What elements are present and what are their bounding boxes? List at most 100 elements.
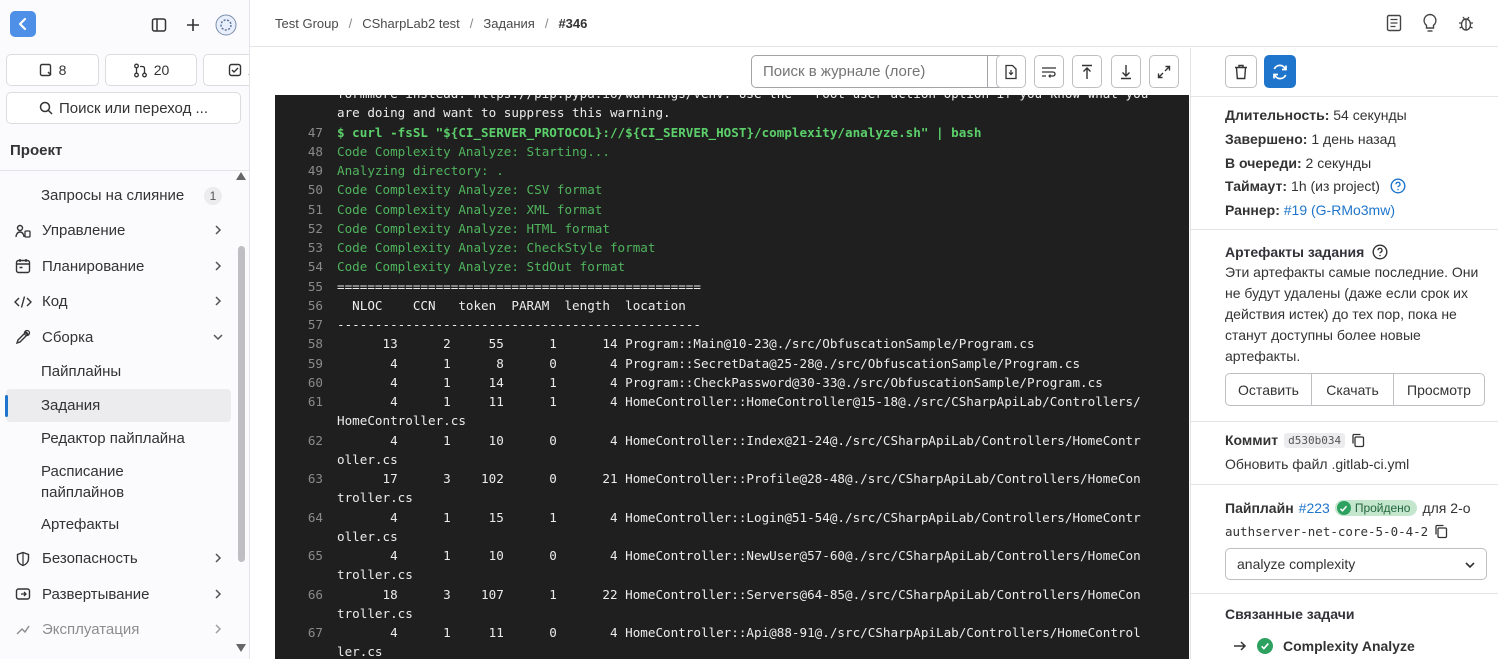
log-line-number[interactable] [275, 95, 337, 103]
timeout-row: Таймаут: 1h (из project) [1225, 178, 1406, 194]
help-icon[interactable] [1372, 244, 1388, 260]
scroll-to-bottom-button[interactable] [1111, 55, 1141, 88]
search-or-go-button[interactable]: Поиск или переход ... [6, 92, 241, 124]
log-line-number[interactable]: 50 [275, 180, 337, 199]
collapse-sidebar-logo-icon[interactable] [10, 11, 36, 37]
copy-icon[interactable] [1434, 524, 1448, 539]
breadcrumb-job-id[interactable]: #346 [558, 16, 587, 31]
related-job-item[interactable]: Complexity Analyze [1233, 638, 1415, 654]
log-line-number[interactable] [275, 488, 337, 507]
log-line-number[interactable]: 49 [275, 161, 337, 180]
chevron-right-icon [215, 624, 222, 634]
help-icon[interactable] [1390, 178, 1406, 194]
log-line: 61 4 1 11 1 4 HomeController::HomeContro… [275, 392, 1189, 411]
keep-artifacts-button[interactable]: Оставить [1225, 373, 1312, 406]
log-line-number[interactable]: 61 [275, 392, 337, 411]
sidebar-scrollbar[interactable] [238, 246, 245, 562]
sidebar-item-merge-requests[interactable]: Запросы на слияние 1 [0, 178, 236, 213]
log-line-text: troller.cs [337, 567, 413, 583]
toggle-line-wrap-button[interactable] [1034, 55, 1064, 88]
plus-icon[interactable] [182, 14, 204, 36]
fullscreen-button[interactable] [1149, 55, 1179, 88]
lightbulb-icon[interactable] [1420, 12, 1440, 34]
log-line: 59 4 1 8 0 4 Program::SecretData@25-28@.… [275, 354, 1189, 373]
sidebar-item-operate[interactable]: Эксплуатация [0, 612, 236, 648]
log-line-number[interactable] [275, 565, 337, 584]
download-artifacts-button[interactable]: Скачать [1311, 373, 1394, 406]
log-search-input[interactable] [751, 55, 988, 88]
erase-job-button[interactable] [1225, 55, 1257, 88]
log-line-number[interactable] [275, 642, 337, 659]
sidebar-item-pipeline-schedules[interactable]: Расписание пайплайнов [0, 456, 236, 508]
log-line-number[interactable]: 62 [275, 431, 337, 450]
log-line: 60 4 1 14 1 4 Program::CheckPassword@30-… [275, 373, 1189, 392]
log-line-number[interactable]: 52 [275, 219, 337, 238]
log-line: 56 NLOC CCN token PARAM length location [275, 296, 1189, 315]
log-line-number[interactable]: 63 [275, 469, 337, 488]
log-line-number[interactable]: 56 [275, 296, 337, 315]
sidebar-item-artifacts[interactable]: Артефакты [0, 508, 236, 542]
log-line-number[interactable]: 65 [275, 546, 337, 565]
log-line-number[interactable]: 55 [275, 277, 337, 296]
retry-job-button[interactable] [1264, 55, 1296, 88]
bug-icon[interactable] [1456, 12, 1476, 34]
log-line-number[interactable]: 58 [275, 334, 337, 353]
log-line-number[interactable]: 47 [275, 123, 337, 142]
log-line-number[interactable] [275, 604, 337, 623]
sidebar-item-code[interactable]: Код [0, 284, 236, 320]
issues-counter[interactable]: 8 [6, 54, 99, 86]
top-bar: Test Group / CSharpLab2 test / Задания /… [250, 0, 1498, 47]
runner-link[interactable]: #19 (G-RMo3mw) [1284, 202, 1395, 218]
scroll-to-top-button[interactable] [1072, 55, 1102, 88]
todo-counter[interactable]: 1 [203, 54, 249, 86]
log-line: troller.cs [275, 604, 1189, 623]
log-line-number[interactable]: 59 [275, 354, 337, 373]
sidebar-item-build[interactable]: Сборка [0, 320, 236, 356]
log-line-number[interactable] [275, 450, 337, 469]
sidebar-item-security[interactable]: Безопасность [0, 541, 236, 577]
merge-requests-counter[interactable]: 20 [105, 54, 197, 86]
branch-name[interactable]: authserver-net-core-5-0-4-2 [1225, 524, 1428, 539]
log-line-number[interactable]: 51 [275, 200, 337, 219]
log-line-number[interactable] [275, 103, 337, 122]
copy-icon[interactable] [1351, 433, 1365, 448]
sidebar-item-deploy[interactable]: Развертывание [0, 577, 236, 613]
log-line-number[interactable]: 60 [275, 373, 337, 392]
log-line-number[interactable]: 66 [275, 585, 337, 604]
stage-select[interactable]: analyze complexity [1225, 548, 1487, 580]
log-line-number[interactable] [275, 411, 337, 430]
job-log-terminal[interactable]: formmore instead: https://pip.pypa.io/wa… [275, 95, 1189, 659]
sidebar-item-jobs[interactable]: Задания [5, 388, 231, 422]
log-line-number[interactable]: 57 [275, 315, 337, 334]
log-line-number[interactable]: 64 [275, 508, 337, 527]
scroll-down-arrow-icon[interactable] [236, 644, 246, 652]
scroll-up-arrow-icon[interactable] [236, 172, 246, 180]
commit-sha[interactable]: d530b034 [1284, 432, 1346, 448]
log-line: ler.cs [275, 642, 1189, 659]
pipeline-status-badge[interactable]: Пройдено [1334, 500, 1418, 516]
breadcrumb-project[interactable]: CSharpLab2 test [362, 16, 460, 31]
log-line-number[interactable]: 48 [275, 142, 337, 161]
sidebar-counters: 8 20 1 [6, 54, 249, 86]
browse-artifacts-button[interactable]: Просмотр [1393, 373, 1485, 406]
log-line: 58 13 2 55 1 14 Program::Main@10-23@./sr… [275, 334, 1189, 353]
user-avatar-icon[interactable] [215, 14, 237, 36]
log-line-number[interactable]: 53 [275, 238, 337, 257]
breadcrumb-jobs[interactable]: Задания [483, 16, 534, 31]
toggle-sidebar-icon[interactable] [148, 14, 170, 36]
commit-message[interactable]: Обновить файл .gitlab-ci.yml [1225, 456, 1409, 472]
issues-icon [39, 63, 52, 77]
pipeline-link[interactable]: #223 [1299, 500, 1330, 516]
log-line-number[interactable]: 54 [275, 257, 337, 276]
log-line-number[interactable]: 67 [275, 623, 337, 642]
breadcrumb-group[interactable]: Test Group [275, 16, 339, 31]
log-line-number[interactable] [275, 527, 337, 546]
document-icon[interactable] [1384, 12, 1404, 34]
show-raw-log-button[interactable] [996, 55, 1026, 88]
sidebar-item-pipeline-editor[interactable]: Редактор пайплайна [0, 422, 236, 456]
log-line: 48 Code Complexity Analyze: Starting... [275, 142, 1189, 161]
sidebar-item-manage[interactable]: Управление [0, 213, 236, 249]
chevron-down-icon [213, 333, 223, 340]
sidebar-item-plan[interactable]: Планирование [0, 249, 236, 285]
sidebar-item-pipelines[interactable]: Пайплайны [0, 355, 236, 389]
